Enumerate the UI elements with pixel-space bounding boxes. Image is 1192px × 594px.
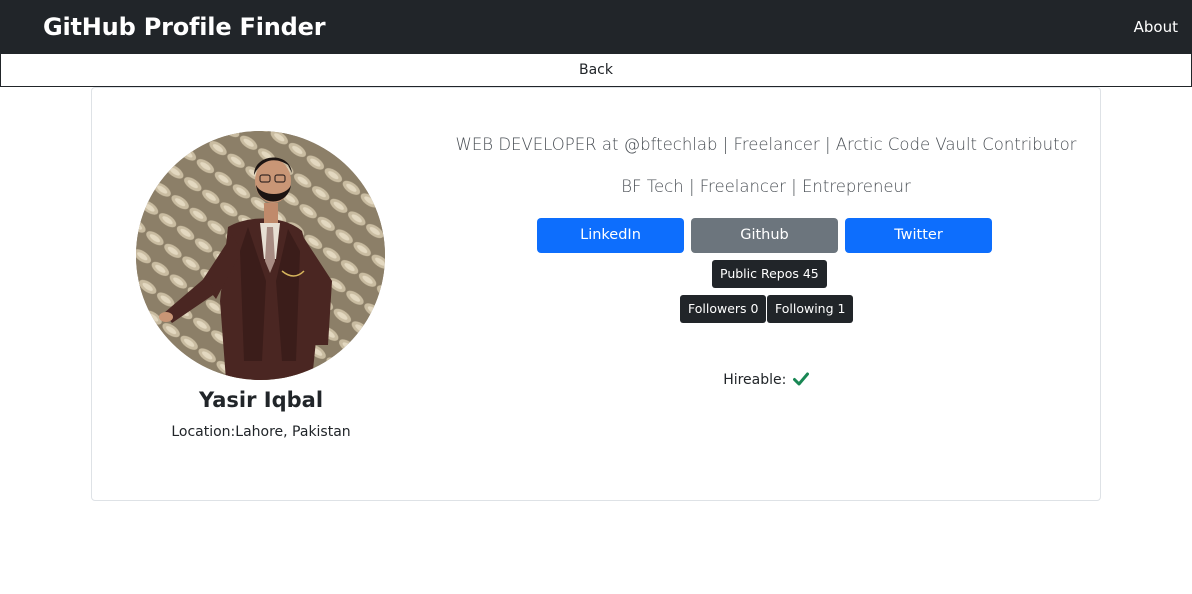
- navbar: GitHub Profile Finder About: [0, 0, 1192, 53]
- linkedin-button[interactable]: LinkedIn: [537, 218, 684, 253]
- user-company: BF Tech | Freelancer | Entrepreneur: [621, 177, 911, 196]
- public-repos-badge: Public Repos 45: [712, 260, 827, 288]
- profile-card: Yasir Iqbal Location:Lahore, Pakistan WE…: [91, 87, 1101, 501]
- avatar: [136, 131, 385, 380]
- check-icon: [792, 372, 809, 386]
- github-button[interactable]: Github: [691, 218, 838, 253]
- user-name: Yasir Iqbal: [198, 388, 324, 412]
- user-bio: WEB DEVELOPER at @bftechlab | Freelancer…: [455, 135, 1077, 154]
- location-value: Lahore, Pakistan: [235, 424, 351, 440]
- avatar-image: [136, 131, 385, 380]
- location-label: Location:: [171, 424, 236, 440]
- hireable-label: Hireable:: [723, 372, 787, 388]
- twitter-button[interactable]: Twitter: [845, 218, 992, 253]
- back-button[interactable]: Back: [0, 53, 1192, 87]
- user-location: Location:Lahore, Pakistan: [92, 424, 430, 440]
- app-brand[interactable]: GitHub Profile Finder: [43, 13, 326, 41]
- hireable-status: Hireable:: [452, 372, 1080, 388]
- nav-about-link[interactable]: About: [1134, 18, 1178, 36]
- followers-badge: Followers 0: [680, 295, 767, 323]
- following-badge: Following 1: [767, 295, 854, 323]
- social-links: LinkedIn Github Twitter: [537, 218, 992, 253]
